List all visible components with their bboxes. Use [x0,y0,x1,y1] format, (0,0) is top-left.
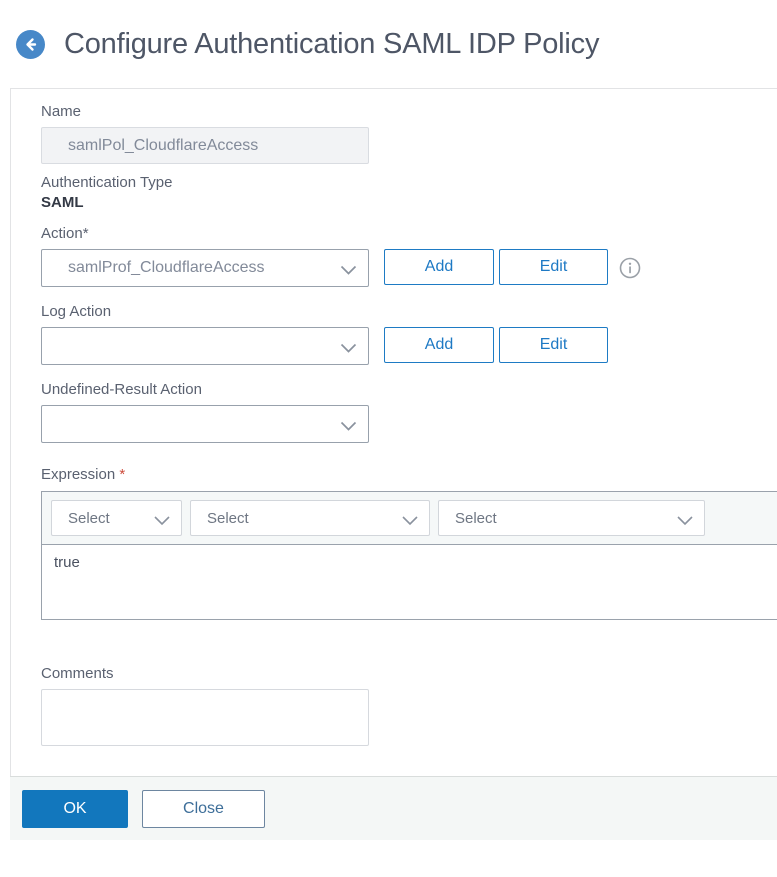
expression-editor: Select Select Select true [41,491,777,620]
close-button[interactable]: Close [142,789,265,828]
chevron-down-icon [340,341,357,359]
undefined-result-action-label: Undefined-Result Action [41,381,202,398]
undefined-result-action-select[interactable] [41,405,369,443]
action-select-value: samlProf_CloudflareAccess [68,259,265,276]
chevron-down-icon [154,513,170,530]
info-icon[interactable] [619,257,641,284]
action-label: Action* [41,225,89,242]
auth-type-value: SAML [41,194,84,211]
expression-input[interactable]: true [42,545,777,619]
name-label: Name [41,103,82,120]
expression-select-1[interactable]: Select [51,500,182,536]
expression-select-2[interactable]: Select [190,500,430,536]
chevron-down-icon [677,513,693,530]
log-action-edit-button[interactable]: Edit [499,327,608,363]
log-action-label: Log Action [41,303,112,320]
expression-select-3[interactable]: Select [438,500,705,536]
chevron-down-icon [340,263,357,281]
ok-button[interactable]: OK [22,789,128,828]
page-title: Configure Authentication SAML IDP Policy [64,27,600,60]
comments-input[interactable] [41,689,369,746]
chevron-down-icon [340,419,357,437]
expression-label: Expression * [41,466,126,483]
log-action-select[interactable] [41,327,369,365]
form-panel: Name Authentication Type SAML Action* sa… [10,88,777,776]
action-add-button[interactable]: Add [384,249,494,285]
action-select[interactable]: samlProf_CloudflareAccess [41,249,369,287]
log-action-add-button[interactable]: Add [384,327,494,363]
action-edit-button[interactable]: Edit [499,249,608,285]
name-input [41,127,369,164]
auth-type-label: Authentication Type [41,174,173,191]
arrow-left-icon [23,37,38,52]
chevron-down-icon [402,513,418,530]
back-button[interactable] [16,29,45,59]
footer-bar: OK Close [10,776,777,840]
required-asterisk: * [119,466,126,483]
comments-label: Comments [41,665,114,682]
page-header: Configure Authentication SAML IDP Policy [0,0,777,88]
expression-toolbar: Select Select Select [42,492,777,545]
